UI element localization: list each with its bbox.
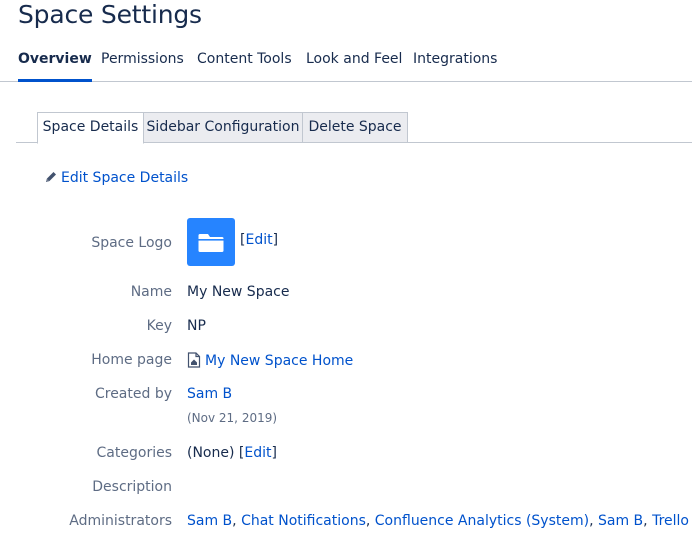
- created-by-label: Created by: [94, 386, 172, 402]
- nav-tab-overview[interactable]: Overview: [18, 50, 92, 82]
- bracket-close: ]: [271, 445, 277, 461]
- space-logo-edit: [Edit]: [240, 232, 278, 248]
- categories-value: (None) [Edit]: [187, 445, 277, 461]
- key-value: NP: [187, 318, 206, 334]
- home-page-label: Home page: [91, 352, 172, 368]
- admin-separator: ,: [365, 513, 375, 529]
- nav-tab-content-tools[interactable]: Content Tools: [197, 50, 292, 81]
- tab-sidebar-configuration[interactable]: Sidebar Configuration: [143, 112, 303, 143]
- space-details-tabs: Space Details Sidebar Configuration Dele…: [16, 112, 692, 144]
- home-page-value: My New Space Home: [187, 352, 353, 369]
- tab-delete-space[interactable]: Delete Space: [302, 112, 408, 143]
- name-value: My New Space: [187, 284, 290, 300]
- space-logo-label: Space Logo: [91, 235, 172, 251]
- home-page-icon: [187, 352, 201, 368]
- bracket-close: ]: [272, 232, 279, 248]
- pencil-icon: [46, 172, 56, 182]
- admin-link[interactable]: Chat Notifications: [241, 513, 366, 529]
- folder-icon: [198, 234, 224, 252]
- space-logo: [187, 218, 235, 266]
- nav-tab-look-and-feel[interactable]: Look and Feel: [306, 50, 402, 81]
- admin-separator: ,: [643, 513, 653, 529]
- nav-tab-integrations[interactable]: Integrations: [413, 50, 497, 81]
- created-by-link[interactable]: Sam B: [187, 386, 232, 402]
- nav-tab-permissions[interactable]: Permissions: [101, 50, 184, 81]
- home-page-link[interactable]: My New Space Home: [205, 353, 353, 369]
- edit-logo-link[interactable]: Edit: [245, 232, 272, 248]
- page-title: Space Settings: [18, 0, 202, 29]
- tab-space-details[interactable]: Space Details: [37, 112, 144, 144]
- admin-link[interactable]: Sam B: [187, 513, 232, 529]
- description-label: Description: [92, 479, 172, 495]
- administrators-label: Administrators: [69, 513, 172, 529]
- admin-separator: ,: [589, 513, 598, 529]
- edit-space-details-label: Edit Space Details: [61, 170, 189, 186]
- created-date: (Nov 21, 2019): [187, 411, 278, 425]
- edit-space-details-link[interactable]: Edit Space Details: [44, 170, 188, 186]
- admin-link[interactable]: Confluence Analytics (System): [375, 513, 589, 529]
- administrators-list: Sam B, Chat Notifications, Confluence An…: [187, 513, 689, 529]
- categories-label: Categories: [96, 445, 172, 461]
- categories-none: (None): [187, 445, 235, 461]
- space-settings-nav: Overview Permissions Content Tools Look …: [0, 44, 692, 82]
- edit-categories-link[interactable]: Edit: [244, 445, 271, 461]
- name-label: Name: [130, 284, 172, 300]
- key-label: Key: [146, 318, 172, 334]
- admin-separator: ,: [232, 513, 242, 529]
- admin-link[interactable]: Trello: [652, 513, 689, 529]
- admin-link[interactable]: Sam B: [598, 513, 643, 529]
